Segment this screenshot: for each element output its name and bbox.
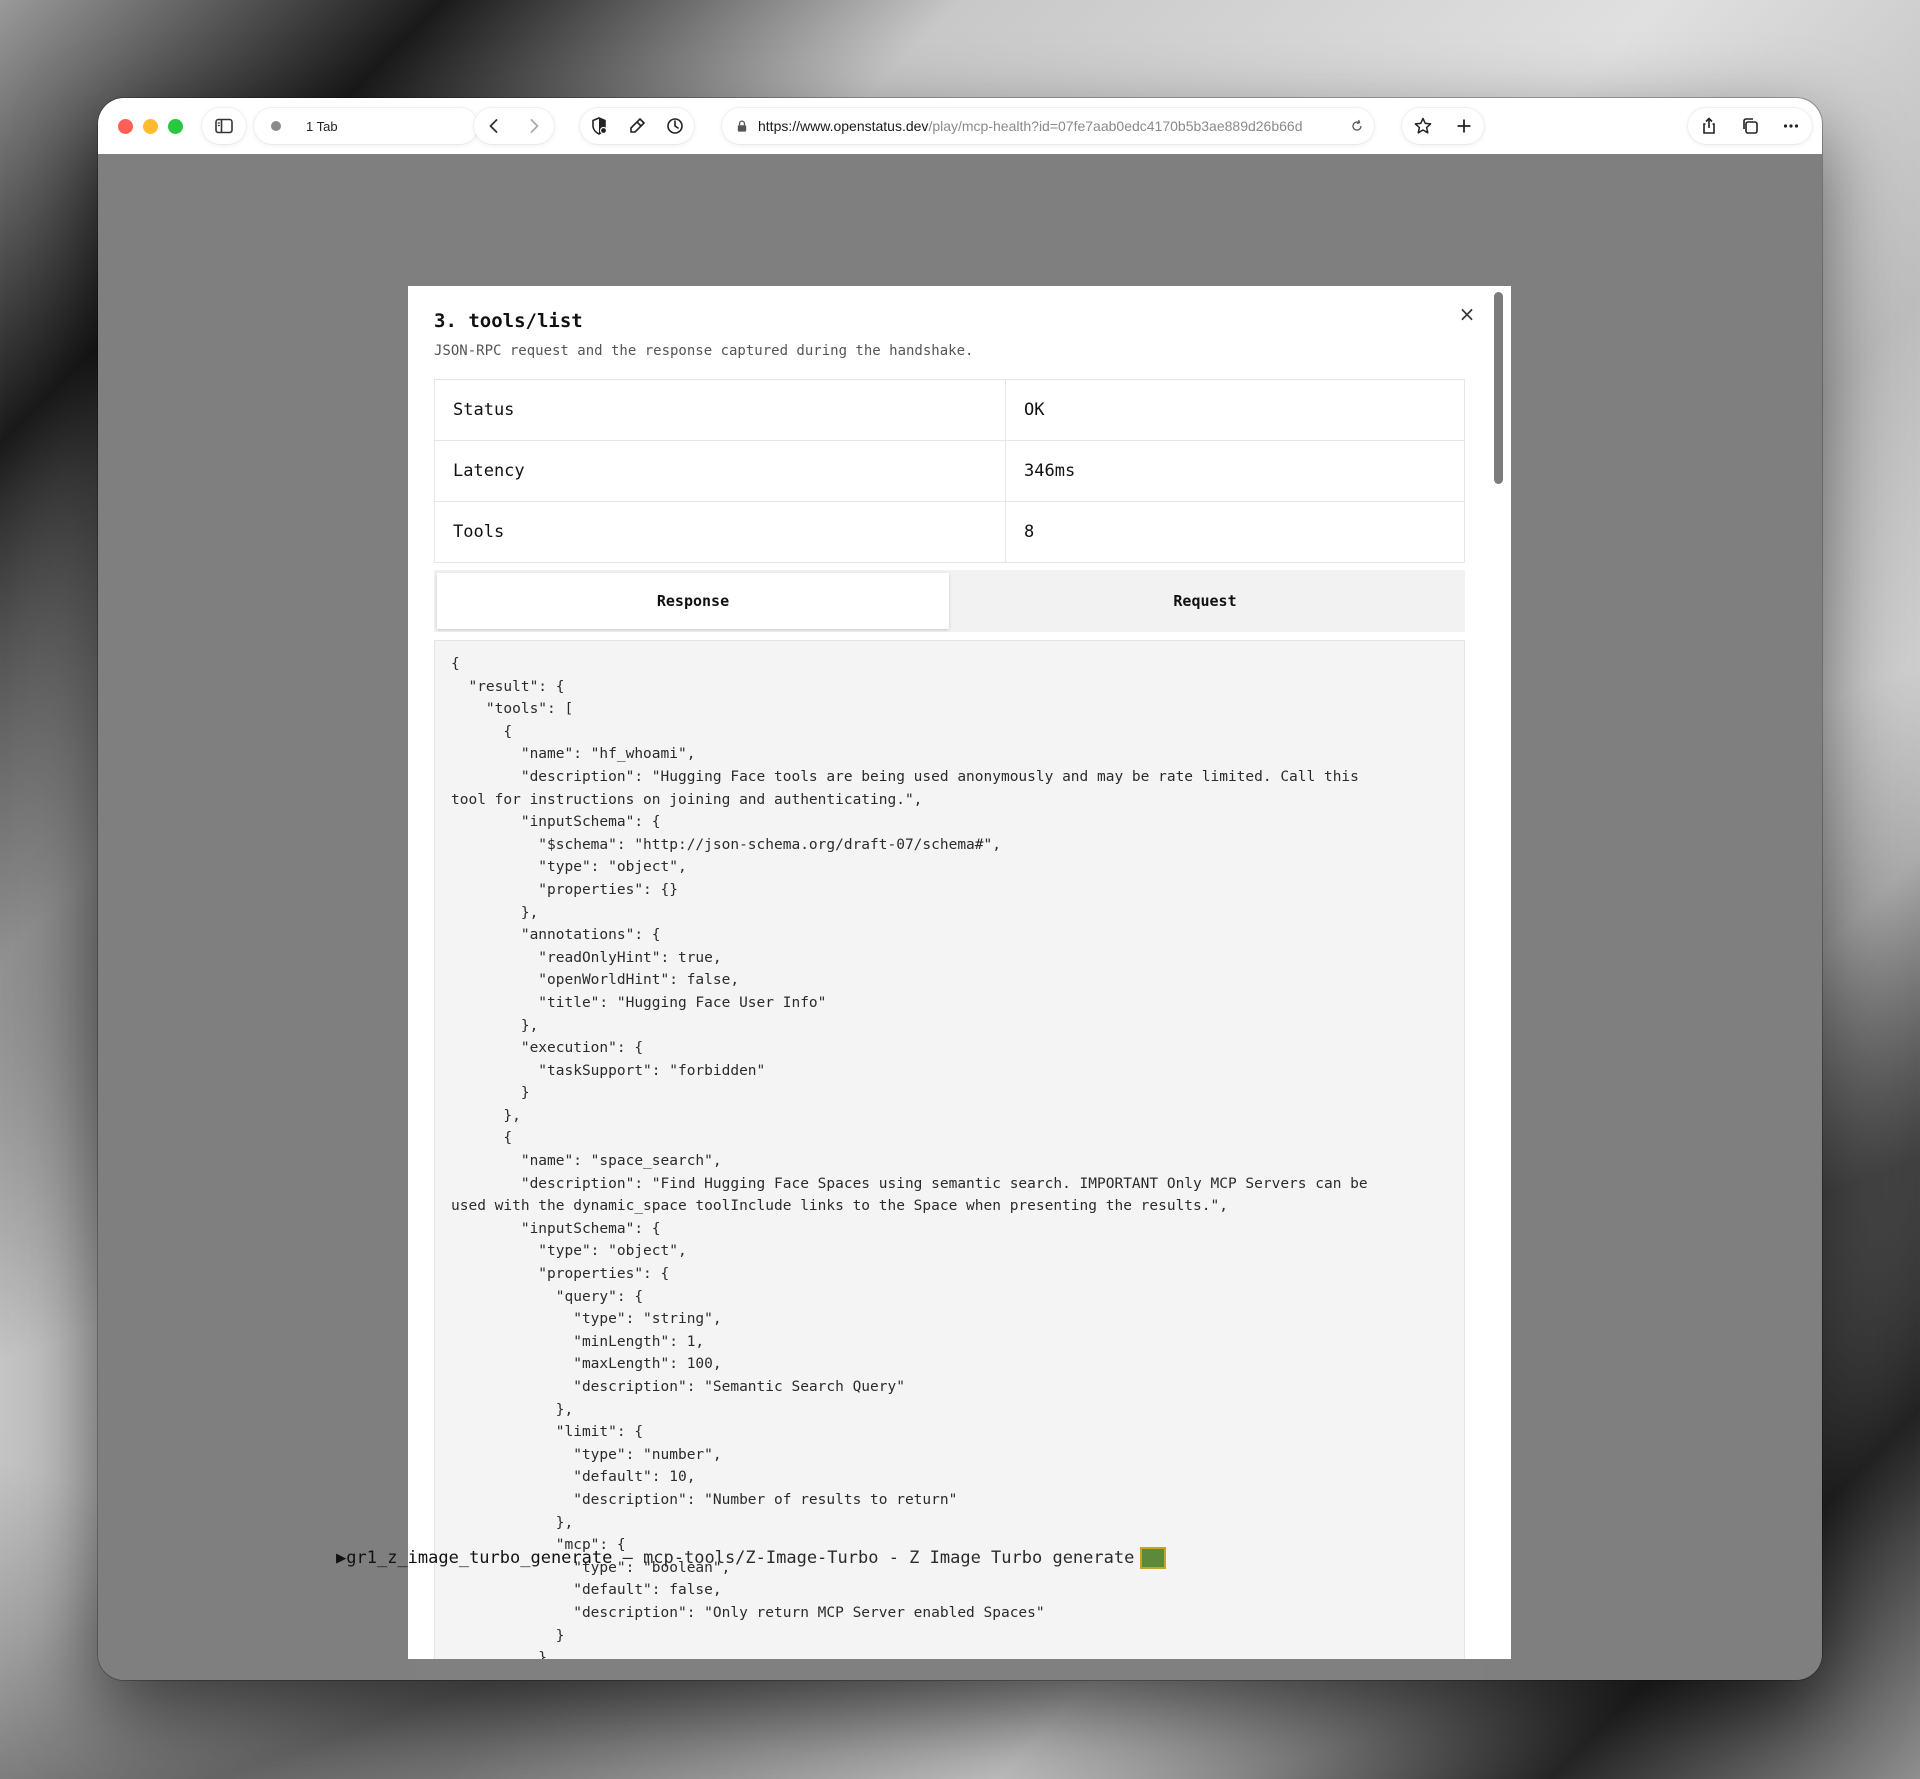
dialog-scrollbar[interactable]	[1494, 292, 1503, 484]
dialog-subtitle: JSON-RPC request and the response captur…	[434, 343, 974, 359]
share-icon[interactable]	[1694, 111, 1724, 141]
reload-icon[interactable]	[1346, 111, 1368, 141]
minimize-window-button[interactable]	[143, 119, 158, 134]
navigation-buttons	[474, 108, 554, 144]
tab-response[interactable]: Response	[437, 573, 949, 629]
latency-label: Latency	[434, 440, 1006, 502]
star-icon[interactable]	[1408, 111, 1438, 141]
dialog-title: 3. tools/list	[434, 310, 583, 332]
image-emoji-icon	[1140, 1547, 1167, 1569]
sidebar-toggle-button[interactable]	[202, 108, 246, 144]
expand-triangle-icon: ▶	[336, 1548, 347, 1568]
tool-description: — mcp-tools/Z-Image-Turbo - Z Image Turb…	[612, 1548, 1135, 1568]
table-row: Tools 8	[434, 501, 1465, 563]
extension-gear-icon[interactable]	[660, 111, 690, 141]
zoom-window-button[interactable]	[168, 119, 183, 134]
tab-overview-icon[interactable]	[1735, 111, 1765, 141]
forward-button[interactable]	[519, 111, 549, 141]
table-row: Latency 346ms	[434, 440, 1465, 502]
tab-group-dot-icon	[266, 111, 286, 141]
tab-group-selector[interactable]: 1 Tab	[254, 108, 478, 144]
tab-request[interactable]: Request	[949, 573, 1461, 629]
table-row: Status OK	[434, 379, 1465, 441]
privacy-shield-icon[interactable]	[584, 111, 614, 141]
back-button[interactable]	[479, 111, 509, 141]
json-response-text: { "result": { "tools": [ { "name": "hf_w…	[451, 656, 1368, 1659]
status-value: OK	[1005, 379, 1465, 441]
browser-window: 1 Tab https://www.openstatus.dev/play/mc…	[98, 98, 1822, 1680]
summary-table: Status OK Latency 346ms Tools 8	[434, 379, 1465, 563]
url-path: /play/mcp-health?id=07fe7aab0edc4170b5b3…	[928, 118, 1303, 134]
url-text: https://www.openstatus.dev/play/mcp-heal…	[758, 118, 1303, 134]
tools-label: Tools	[434, 501, 1006, 563]
more-options-icon[interactable]	[1776, 111, 1806, 141]
extension-buttons	[580, 108, 694, 144]
latency-value: 346ms	[1005, 440, 1465, 502]
browser-toolbar: 1 Tab https://www.openstatus.dev/play/mc…	[98, 98, 1822, 154]
tool-name: gr1_z_image_turbo_generate	[346, 1548, 613, 1568]
sidebar-icon	[209, 111, 239, 141]
close-window-button[interactable]	[118, 119, 133, 134]
new-tab-plus-icon[interactable]	[1449, 111, 1479, 141]
payload-tabs: Response Request	[434, 570, 1465, 632]
status-label: Status	[434, 379, 1006, 441]
address-bar[interactable]: https://www.openstatus.dev/play/mcp-heal…	[722, 108, 1374, 144]
dropper-icon[interactable]	[622, 111, 652, 141]
close-icon[interactable]: ×	[1453, 300, 1481, 328]
url-host: https://www.openstatus.dev	[758, 118, 929, 134]
tools-value: 8	[1005, 501, 1465, 563]
bookmark-buttons	[1402, 108, 1484, 144]
response-code-block[interactable]: { "result": { "tools": [ { "name": "hf_w…	[434, 640, 1465, 1659]
window-controls	[118, 119, 183, 134]
tab-count-label: 1 Tab	[306, 118, 338, 134]
tool-detail-dialog: 3. tools/list JSON-RPC request and the r…	[408, 286, 1511, 1659]
window-action-buttons	[1688, 108, 1812, 144]
lock-icon	[732, 111, 752, 141]
page-content: 3. tools/list JSON-RPC request and the r…	[98, 154, 1822, 1680]
tool-list-item[interactable]: ▶gr1_z_image_turbo_generate — mcp-tools/…	[336, 1547, 1167, 1569]
